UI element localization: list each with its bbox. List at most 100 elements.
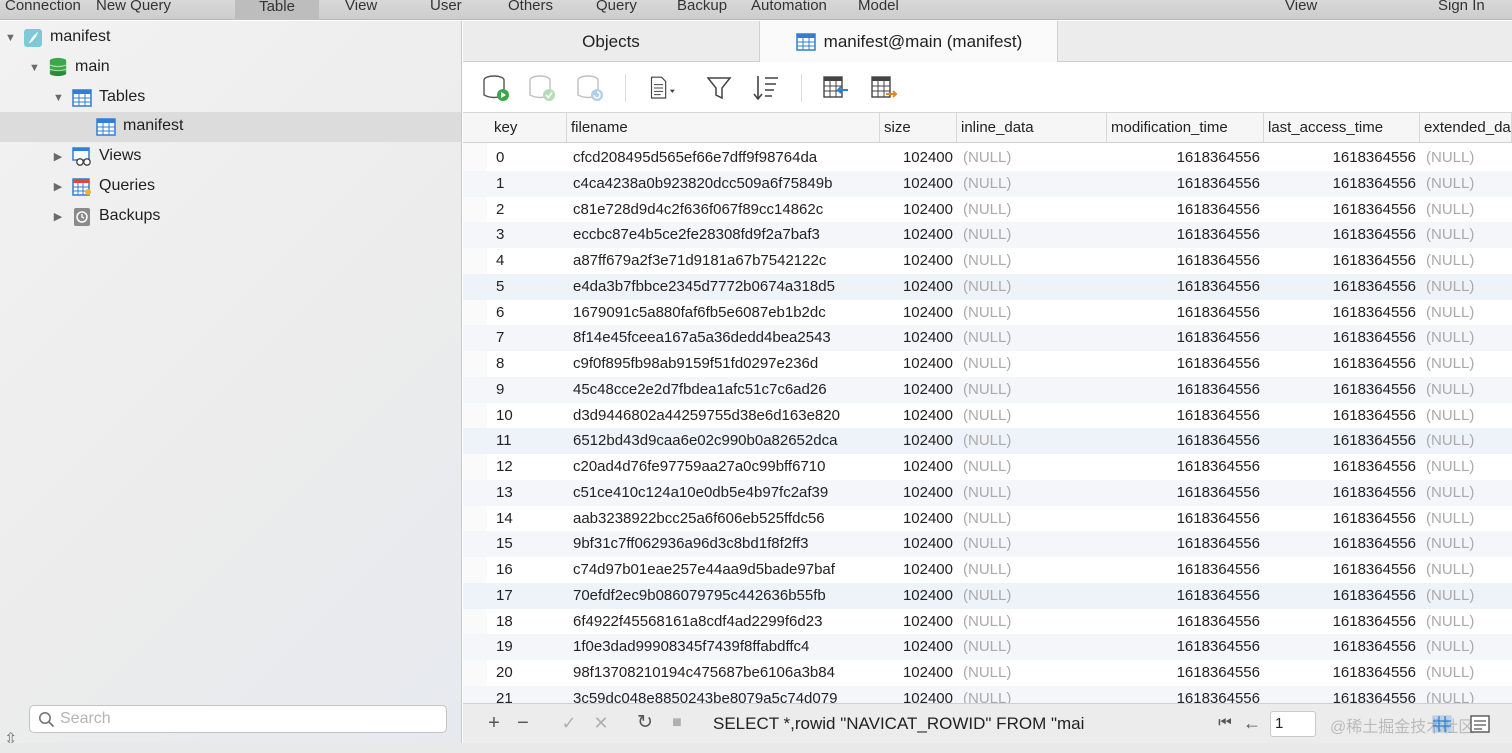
table-cell-extended-da[interactable]: (NULL) [1426,660,1496,686]
table-cell-extended-da[interactable]: (NULL) [1426,197,1496,223]
table-cell-size[interactable]: 102400 [868,300,953,326]
table-cell-inline-data[interactable]: (NULL) [963,197,1053,223]
table-cell-filename[interactable]: c51ce410c124a10e0db5e4b97fc2af39 [573,480,873,506]
table-row[interactable]: 12 c20ad4d76fe97759aa27a0c99bff6710 102400… [463,454,1512,480]
filter-icon[interactable] [705,73,735,103]
table-cell-inline-data[interactable]: (NULL) [963,506,1053,532]
table-cell-size[interactable]: 102400 [868,480,953,506]
table-cell-filename[interactable]: 6512bd43d9caa6e02c990b0a82652dca [573,428,873,454]
table-cell-size[interactable]: 102400 [868,325,953,351]
toolbar-new-query[interactable]: New Query [96,0,171,14]
table-cell-last-access-time[interactable]: 1618364556 [1276,351,1416,377]
toolbar-query[interactable]: Query [596,0,637,14]
table-cell-filename[interactable]: cfcd208495d565ef66e7dff9f98764da [573,145,873,171]
table-cell-inline-data[interactable]: (NULL) [963,634,1053,660]
table-cell-modification-time[interactable]: 1618364556 [1120,351,1260,377]
table-cell-filename[interactable]: c74d97b01eae257e44aa9d5bade97baf [573,557,873,583]
table-cell-extended-da[interactable]: (NULL) [1426,531,1496,557]
table-cell-key[interactable]: 16 [496,557,556,583]
table-cell-modification-time[interactable]: 1618364556 [1120,660,1260,686]
stop-icon[interactable]: ■ [666,712,688,734]
add-record-icon[interactable]: + [483,712,505,734]
tree-connection-manifest[interactable]: ▼ manifest [0,23,461,53]
table-cell-extended-da[interactable]: (NULL) [1426,454,1496,480]
table-cell-extended-da[interactable]: (NULL) [1426,145,1496,171]
table-cell-size[interactable]: 102400 [868,403,953,429]
table-cell-inline-data[interactable]: (NULL) [963,145,1053,171]
table-cell-inline-data[interactable]: (NULL) [963,557,1053,583]
previous-page-icon[interactable]: ← [1241,712,1263,734]
table-cell-inline-data[interactable]: (NULL) [963,274,1053,300]
table-row[interactable]: 16 c74d97b01eae257e44aa9d5bade97baf 102400… [463,557,1512,583]
table-cell-modification-time[interactable]: 1618364556 [1120,222,1260,248]
table-cell-inline-data[interactable]: (NULL) [963,248,1053,274]
column-header-modification-time[interactable]: modification_time [1107,113,1264,143]
table-row[interactable]: 11 6512bd43d9caa6e02c990b0a82652dca 102400… [463,428,1512,454]
table-cell-key[interactable]: 15 [496,531,556,557]
table-cell-key[interactable]: 10 [496,403,556,429]
table-row[interactable]: 6 1679091c5a880faf6fb5e6087eb1b2dc 102400 (… [463,300,1512,326]
column-header-extended-da[interactable]: extended_da [1420,113,1512,143]
table-cell-size[interactable]: 102400 [868,428,953,454]
table-cell-filename[interactable]: c81e728d9d4c2f636f067f89cc14862c [573,197,873,223]
table-cell-size[interactable]: 102400 [868,274,953,300]
rollback-icon[interactable] [575,73,605,103]
table-cell-key[interactable]: 21 [496,686,556,703]
table-cell-filename[interactable]: aab3238922bcc25a6f606eb525ffdc56 [573,506,873,532]
toolbar-table[interactable]: Table [235,0,319,20]
disclosure-open-icon[interactable]: ▼ [29,63,40,74]
disclosure-open-icon[interactable]: ▼ [53,93,64,104]
table-cell-last-access-time[interactable]: 1618364556 [1276,403,1416,429]
table-row[interactable]: 2 c81e728d9d4c2f636f067f89cc14862c 102400 (… [463,197,1512,223]
table-cell-filename[interactable]: 70efdf2ec9b086079795c442636b55fb [573,583,873,609]
table-cell-last-access-time[interactable]: 1618364556 [1276,531,1416,557]
disclosure-closed-icon[interactable]: ▶ [53,152,63,163]
table-row[interactable]: 1 c4ca4238a0b923820dcc509a6f75849b 102400 (… [463,170,1512,197]
table-cell-size[interactable]: 102400 [868,531,953,557]
table-cell-modification-time[interactable]: 1618364556 [1120,197,1260,223]
toolbar-view[interactable]: View [345,0,377,14]
table-row[interactable]: 5 e4da3b7fbbce2345d7772b0674a318d5 102400 (… [463,273,1512,300]
table-cell-key[interactable]: 9 [496,377,556,403]
table-cell-size[interactable]: 102400 [868,197,953,223]
tree-table-manifest[interactable]: manifest [0,112,461,142]
tab-manifest-table[interactable]: manifest@main (manifest) [760,21,1058,62]
tree-group-views[interactable]: ▶ Views [0,142,461,172]
tree-group-backups[interactable]: ▶ Backups [0,202,461,232]
table-cell-filename[interactable]: c20ad4d76fe97759aa27a0c99bff6710 [573,454,873,480]
table-cell-size[interactable]: 102400 [868,145,953,171]
table-cell-extended-da[interactable]: (NULL) [1426,222,1496,248]
refresh-icon[interactable]: ↻ [634,712,656,734]
toolbar-connection[interactable]: Connection [5,0,81,14]
table-cell-filename[interactable]: 3c59dc048e8850243be8079a5c74d079 [573,686,873,703]
toolbar-backup[interactable]: Backup [677,0,727,14]
table-cell-modification-time[interactable]: 1618364556 [1120,428,1260,454]
table-cell-filename[interactable]: 6f4922f45568161a8cdf4ad2299f6d23 [573,609,873,635]
table-cell-filename[interactable]: 45c48cce2e2d7fbdea1afc51c7c6ad26 [573,377,873,403]
table-cell-filename[interactable]: c9f0f895fb98ab9159f51fd0297e236d [573,351,873,377]
discard-changes-icon[interactable]: ✕ [590,712,612,734]
table-cell-last-access-time[interactable]: 1618364556 [1276,300,1416,326]
table-cell-key[interactable]: 3 [496,222,556,248]
table-row[interactable]: 4 a87ff679a2f3e71d9181a67b7542122c 102400 (… [463,248,1512,274]
table-cell-modification-time[interactable]: 1618364556 [1120,480,1260,506]
table-row[interactable]: 3 eccbc87e4b5ce2fe28308fd9f2a7baf3 102400 (… [463,222,1512,248]
table-cell-extended-da[interactable]: (NULL) [1426,557,1496,583]
table-cell-inline-data[interactable]: (NULL) [963,480,1053,506]
table-cell-filename[interactable]: eccbc87e4b5ce2fe28308fd9f2a7baf3 [573,222,873,248]
table-cell-last-access-time[interactable]: 1618364556 [1276,609,1416,635]
table-cell-extended-da[interactable]: (NULL) [1426,583,1496,609]
table-row[interactable]: 17 70efdf2ec9b086079795c442636b55fb 102400… [463,582,1512,609]
table-cell-modification-time[interactable]: 1618364556 [1120,248,1260,274]
table-cell-key[interactable]: 11 [496,428,556,454]
table-cell-key[interactable]: 4 [496,248,556,274]
table-cell-filename[interactable]: a87ff679a2f3e71d9181a67b7542122c [573,248,873,274]
table-cell-key[interactable]: 8 [496,351,556,377]
table-cell-size[interactable]: 102400 [868,609,953,635]
page-number-field[interactable]: 1 [1270,711,1316,737]
disclosure-open-icon[interactable]: ▼ [5,33,16,44]
table-cell-modification-time[interactable]: 1618364556 [1120,454,1260,480]
table-cell-key[interactable]: 19 [496,634,556,660]
table-cell-inline-data[interactable]: (NULL) [963,609,1053,635]
table-cell-key[interactable]: 7 [496,325,556,351]
